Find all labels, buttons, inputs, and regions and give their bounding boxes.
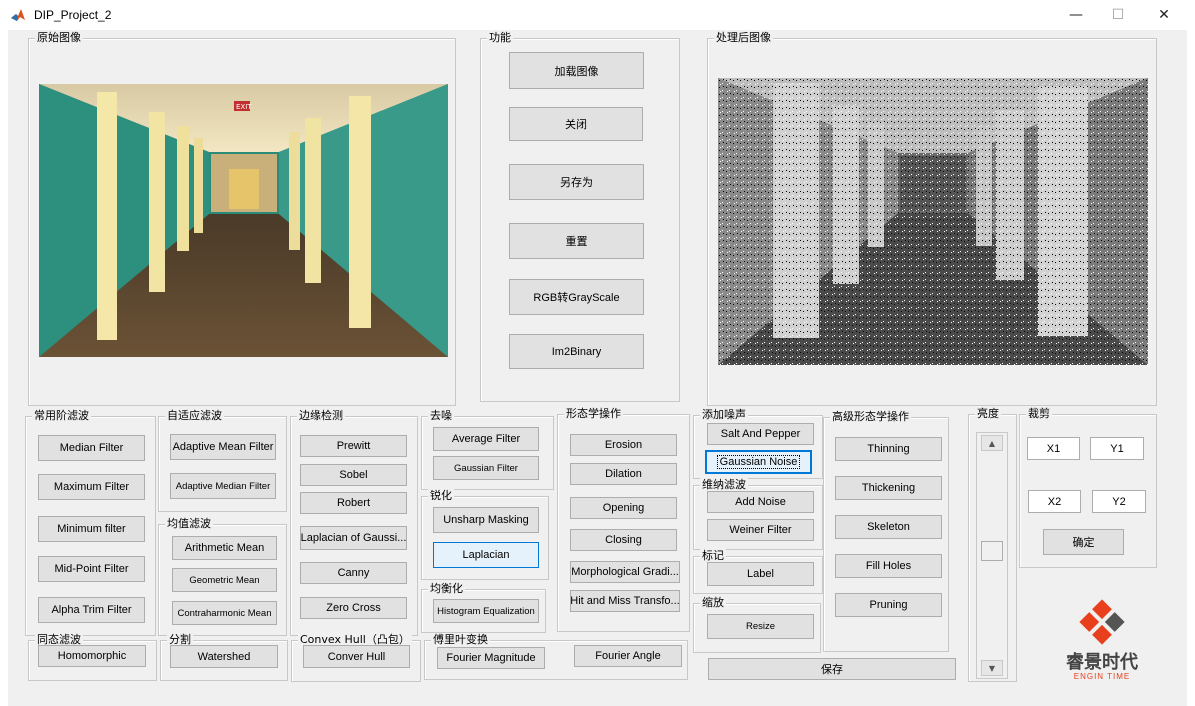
maximum-filter-button[interactable]: Maximum Filter — [38, 474, 145, 500]
fill-holes-button[interactable]: Fill Holes — [835, 554, 942, 578]
window-title: DIP_Project_2 — [34, 8, 112, 22]
contraharmonic-mean-button[interactable]: Contraharmonic Mean — [172, 601, 277, 625]
panel-title: 均衡化 — [428, 582, 465, 596]
slider-down-arrow[interactable]: ▼ — [981, 660, 1003, 676]
panel-title: 原始图像 — [35, 31, 83, 45]
panel-title: 维纳滤波 — [700, 478, 748, 492]
minimum-filter-button[interactable]: Minimum filter — [38, 516, 145, 542]
svg-text:EXIT: EXIT — [236, 103, 252, 111]
panel-title: 功能 — [487, 31, 513, 45]
panel-title: 缩放 — [700, 596, 726, 610]
panel-title: 形态学操作 — [564, 407, 623, 421]
closing-button[interactable]: Closing — [570, 529, 677, 551]
adaptive-median-filter-button[interactable]: Adaptive Median Filter — [170, 473, 276, 499]
sobel-button[interactable]: Sobel — [300, 464, 407, 486]
save-as-button[interactable]: 另存为 — [509, 164, 644, 200]
matlab-icon — [11, 9, 25, 21]
hit-and-miss-button[interactable]: Hit and Miss Transfo... — [570, 590, 680, 612]
x1-field[interactable]: X1 — [1027, 437, 1080, 460]
y1-field[interactable]: Y1 — [1090, 437, 1144, 460]
prewitt-button[interactable]: Prewitt — [300, 435, 407, 457]
panel-title: 常用阶滤波 — [32, 409, 91, 423]
panel-title: 锐化 — [428, 489, 454, 503]
erosion-button[interactable]: Erosion — [570, 434, 677, 456]
panel-title: 均值滤波 — [165, 517, 213, 531]
save-button[interactable]: 保存 — [708, 658, 956, 680]
slider-thumb[interactable] — [981, 540, 1003, 561]
gaussian-noise-button[interactable]: Gaussian Noise — [705, 450, 812, 474]
crop-confirm-button[interactable]: 确定 — [1043, 529, 1124, 555]
salt-and-pepper-button[interactable]: Salt And Pepper — [707, 423, 814, 445]
thinning-button[interactable]: Thinning — [835, 437, 942, 461]
opening-button[interactable]: Opening — [570, 497, 677, 519]
unsharp-masking-button[interactable]: Unsharp Masking — [433, 507, 539, 533]
im2binary-button[interactable]: Im2Binary — [509, 334, 644, 369]
gaussian-noise-label: Gaussian Noise — [716, 455, 801, 469]
conver-hull-button[interactable]: Conver Hull — [303, 645, 410, 668]
reset-button[interactable]: 重置 — [509, 223, 644, 259]
laplacian-of-gaussian-button[interactable]: Laplacian of Gaussi... — [300, 526, 407, 550]
minimize-button[interactable]: — — [1053, 0, 1099, 30]
alpha-trim-filter-button[interactable]: Alpha Trim Filter — [38, 597, 145, 623]
adaptive-mean-filter-button[interactable]: Adaptive Mean Filter — [170, 434, 276, 460]
histogram-equalization-button[interactable]: Histogram Equalization — [433, 599, 539, 623]
canny-button[interactable]: Canny — [300, 562, 407, 584]
brightness-slider[interactable]: ▲ ▼ — [976, 432, 1008, 679]
engin-time-logo: 睿景时代 ENGIN TIME — [1052, 596, 1152, 686]
zero-cross-button[interactable]: Zero Cross — [300, 597, 407, 619]
homomorphic-button[interactable]: Homomorphic — [38, 645, 146, 667]
add-noise-button[interactable]: Add Noise — [707, 491, 814, 513]
slider-up-arrow[interactable]: ▲ — [981, 435, 1003, 451]
panel-title: 添加噪声 — [700, 408, 748, 422]
thickening-button[interactable]: Thickening — [835, 476, 942, 500]
rgb-to-gray-button[interactable]: RGB转GrayScale — [509, 279, 644, 315]
panel-title: 自适应滤波 — [165, 409, 224, 423]
median-filter-button[interactable]: Median Filter — [38, 435, 145, 461]
watershed-button[interactable]: Watershed — [170, 645, 278, 668]
title-bar: DIP_Project_2 — ☐ ✕ — [0, 0, 1195, 30]
average-filter-button[interactable]: Average Filter — [433, 427, 539, 451]
morphological-gradient-button[interactable]: Morphological Gradi... — [570, 561, 680, 583]
skeleton-button[interactable]: Skeleton — [835, 515, 942, 539]
logo-name: 睿景时代 — [1066, 652, 1138, 673]
logo-mark-icon — [1079, 599, 1125, 645]
gaussian-filter-button[interactable]: Gaussian Filter — [433, 456, 539, 480]
panel-title: 裁剪 — [1026, 407, 1052, 421]
close-button[interactable]: ✕ — [1141, 0, 1187, 30]
pruning-button[interactable]: Pruning — [835, 593, 942, 617]
fourier-magnitude-button[interactable]: Fourier Magnitude — [437, 647, 545, 669]
fourier-angle-button[interactable]: Fourier Angle — [574, 645, 682, 667]
panel-title: 标记 — [700, 549, 726, 563]
panel-title: 处理后图像 — [714, 31, 773, 45]
processed-image — [718, 78, 1148, 365]
close-image-button[interactable]: 关闭 — [509, 107, 643, 141]
robert-button[interactable]: Robert — [300, 492, 407, 514]
label-button[interactable]: Label — [707, 562, 814, 586]
panel-title: 边缘检测 — [297, 409, 345, 423]
logo-subtitle: ENGIN TIME — [1073, 672, 1131, 681]
dilation-button[interactable]: Dilation — [570, 463, 677, 485]
panel-title: 高级形态学操作 — [830, 410, 911, 424]
laplacian-button[interactable]: Laplacian — [433, 542, 539, 568]
panel-title: 傅里叶变换 — [431, 633, 490, 647]
original-image: EXIT — [39, 84, 448, 357]
resize-button[interactable]: Resize — [707, 614, 814, 639]
panel-title: 去噪 — [428, 409, 454, 423]
x2-field[interactable]: X2 — [1028, 490, 1081, 513]
maximize-button[interactable]: ☐ — [1095, 0, 1141, 30]
load-image-button[interactable]: 加载图像 — [509, 52, 644, 89]
panel-title: 亮度 — [975, 407, 1001, 421]
weiner-filter-button[interactable]: Weiner Filter — [707, 519, 814, 541]
geometric-mean-button[interactable]: Geometric Mean — [172, 568, 277, 592]
midpoint-filter-button[interactable]: Mid-Point Filter — [38, 556, 145, 582]
arithmetic-mean-button[interactable]: Arithmetic Mean — [172, 536, 277, 560]
y2-field[interactable]: Y2 — [1092, 490, 1146, 513]
